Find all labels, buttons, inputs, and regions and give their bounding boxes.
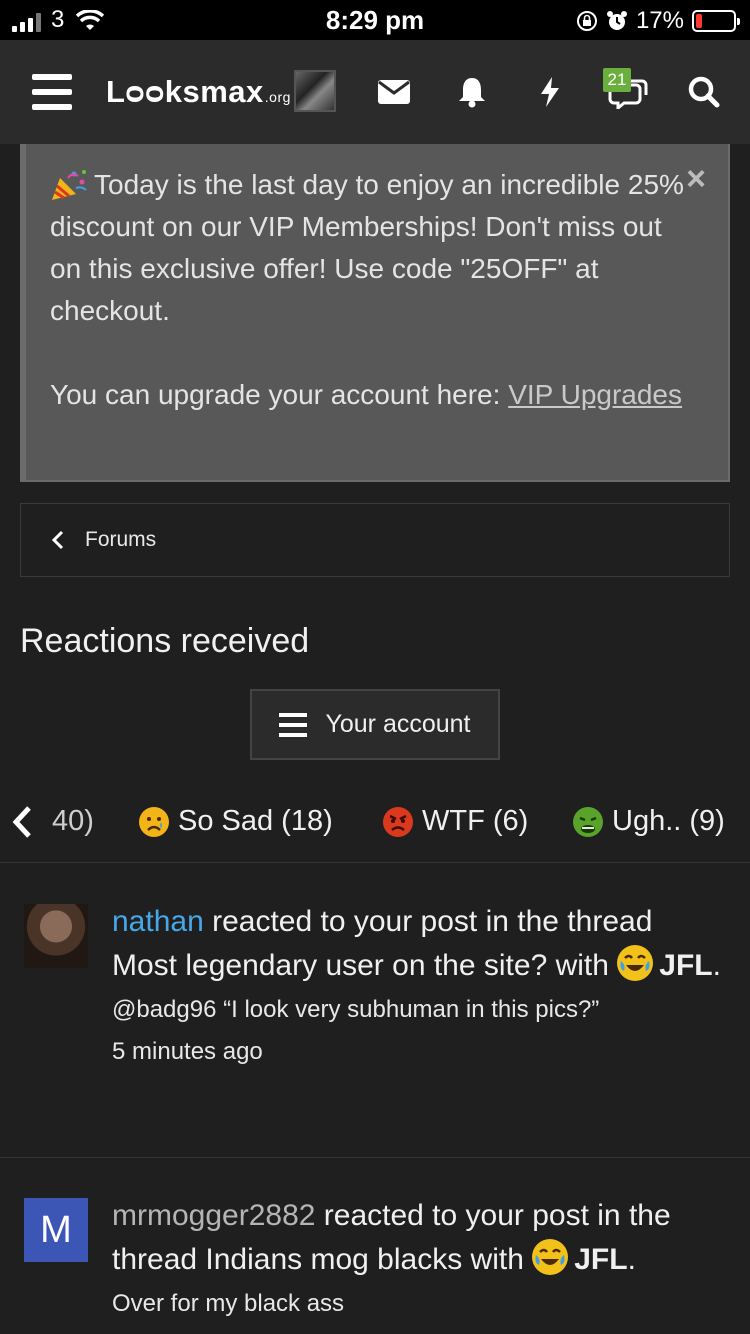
timestamp: 5 minutes ago	[112, 1038, 263, 1065]
logo-text: Lᴑᴑksmax	[106, 74, 264, 109]
search-icon[interactable]	[682, 70, 726, 114]
reaction-entry: nathan reacted to your post in the threa…	[112, 900, 722, 1070]
tab-label: Ugh.. (9)	[612, 805, 725, 837]
breadcrumb[interactable]: Forums	[20, 503, 730, 577]
reaction-tabs: 40) So Sad (18) WTF (6) Ugh.. (9)	[0, 783, 750, 863]
close-icon[interactable]: ×	[686, 160, 706, 199]
site-logo[interactable]: Lᴑᴑksmax.org	[106, 74, 291, 110]
reaction-sentence: mrmogger2882 reacted to your post in the…	[112, 1199, 671, 1276]
post-snippet[interactable]: @badg96 “I look very subhuman in this pi…	[112, 992, 722, 1028]
tab-reaction-partial[interactable]: 40)	[52, 805, 94, 838]
logo-suffix: .org	[264, 89, 291, 105]
chevron-left-icon[interactable]	[10, 805, 34, 839]
your-account-button[interactable]: Your account	[250, 689, 500, 760]
menu-icon[interactable]	[32, 74, 72, 110]
reaction-entry: mrmogger2882 reacted to your post in the…	[112, 1194, 722, 1322]
party-popper-icon	[52, 170, 87, 200]
tab-wtf[interactable]: WTF (6)	[382, 805, 528, 838]
reaction-name: JFL	[659, 949, 713, 982]
your-account-label: Your account	[325, 710, 471, 738]
lightning-icon[interactable]	[528, 70, 572, 114]
tab-label: WTF (6)	[422, 805, 529, 837]
username-link[interactable]: mrmogger2882	[112, 1199, 315, 1232]
battery-percent: 17%	[635, 7, 684, 34]
notice-upgrade-text: You can upgrade your account here:	[50, 379, 509, 410]
avatar[interactable]: M	[24, 1198, 88, 1262]
notice-text: Today is the last day to enjoy an incred…	[50, 169, 684, 326]
envelope-icon[interactable]	[372, 70, 416, 114]
conversation-badge: 21	[603, 68, 631, 92]
reaction-name: JFL	[574, 1243, 628, 1276]
reaction-sentence: nathan reacted to your post in the threa…	[112, 905, 721, 982]
rotation-lock-icon	[576, 11, 597, 31]
list-item: M mrmogger2882 reacted to your post in t…	[0, 1158, 750, 1334]
avatar[interactable]	[294, 70, 336, 112]
breadcrumb-forums[interactable]: Forums	[85, 528, 156, 552]
top-navbar: Lᴑᴑksmax.org 21	[0, 40, 750, 144]
chevron-left-icon	[51, 530, 64, 550]
bell-icon[interactable]	[450, 70, 494, 114]
angry-face-icon	[383, 806, 413, 837]
list-item: nathan reacted to your post in the threa…	[0, 864, 750, 1158]
laughing-face-icon	[532, 1239, 569, 1275]
page-title: Reactions received	[20, 622, 310, 660]
status-bar: 3 8:29 pm 17%	[0, 0, 750, 40]
username-link[interactable]: nathan	[112, 905, 204, 938]
laughing-face-icon	[617, 945, 654, 981]
avatar[interactable]	[24, 904, 88, 968]
status-right: 17%	[576, 7, 740, 35]
notice-body: Today is the last day to enjoy an incred…	[50, 164, 690, 416]
promo-notice: Today is the last day to enjoy an incred…	[20, 144, 730, 482]
tab-so-sad[interactable]: So Sad (18)	[138, 805, 333, 838]
sad-face-icon	[139, 806, 169, 837]
menu-icon	[279, 712, 308, 737]
tab-label: So Sad (18)	[178, 805, 333, 837]
vip-upgrades-link[interactable]: VIP Upgrades	[508, 379, 682, 410]
battery-icon	[692, 10, 740, 32]
post-snippet[interactable]: Over for my black ass	[112, 1286, 722, 1322]
battery-level	[696, 14, 702, 28]
alarm-icon	[606, 11, 627, 30]
sick-face-icon	[573, 806, 603, 837]
tab-ugh[interactable]: Ugh.. (9)	[572, 805, 725, 838]
tab-label: 40)	[52, 805, 94, 837]
